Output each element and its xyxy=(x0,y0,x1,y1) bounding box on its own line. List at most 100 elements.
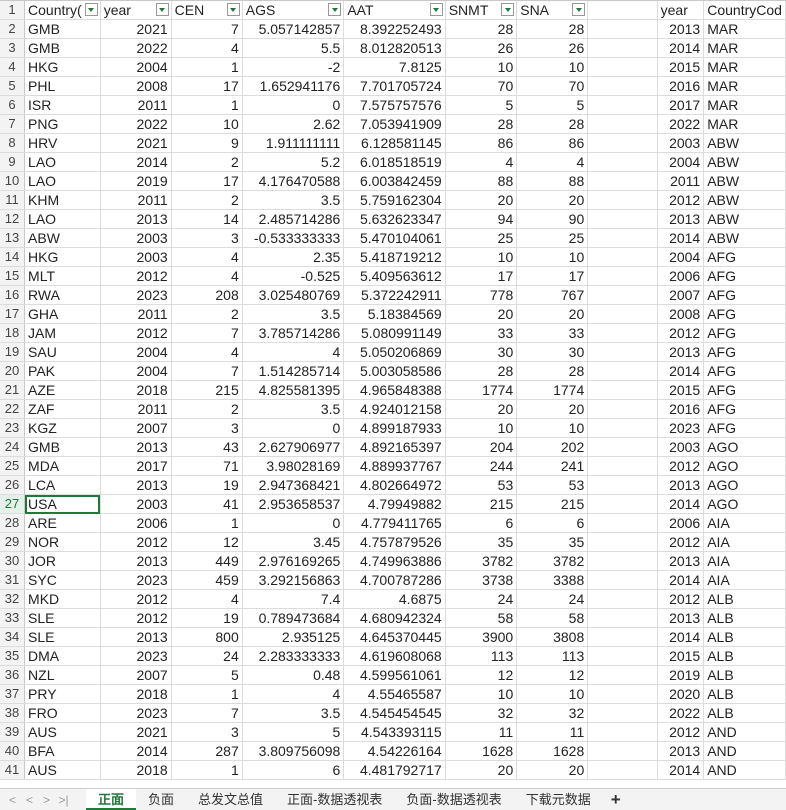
cell[interactable]: 2015 xyxy=(657,380,705,400)
row-number[interactable]: 41 xyxy=(0,760,26,780)
cell[interactable]: 10 xyxy=(516,418,589,438)
cell[interactable]: SLE xyxy=(24,627,101,647)
cell[interactable]: 20 xyxy=(516,760,589,780)
cell[interactable]: RWA xyxy=(24,285,101,305)
row-number[interactable]: 23 xyxy=(0,418,26,438)
row-number[interactable]: 10 xyxy=(0,171,26,191)
cell[interactable]: 2013 xyxy=(657,608,705,628)
cell[interactable]: 2023 xyxy=(100,570,172,590)
cell[interactable]: 4 xyxy=(242,684,345,704)
row-number[interactable]: 31 xyxy=(0,570,26,590)
cell[interactable]: 4.700787286 xyxy=(343,570,446,590)
cell[interactable]: 1 xyxy=(171,95,243,115)
cell[interactable]: 11 xyxy=(516,722,589,742)
cell[interactable]: 215 xyxy=(171,380,243,400)
cell[interactable]: 43 xyxy=(171,437,243,457)
cell[interactable]: 1.514285714 xyxy=(242,361,345,381)
cell[interactable]: 2012 xyxy=(100,532,172,552)
cell[interactable]: 71 xyxy=(171,456,243,476)
cell[interactable]: 2023 xyxy=(100,285,172,305)
row-number[interactable]: 27 xyxy=(0,494,26,514)
cell[interactable]: 2013 xyxy=(657,19,705,39)
cell[interactable]: 2011 xyxy=(657,171,705,191)
cell[interactable]: 0.789473684 xyxy=(242,608,345,628)
cell[interactable]: 26 xyxy=(516,38,589,58)
cell[interactable]: 2014 xyxy=(657,570,705,590)
cell[interactable]: 3.5 xyxy=(242,399,345,419)
cell[interactable]: 6.003842459 xyxy=(343,171,446,191)
cell[interactable]: 1 xyxy=(171,760,243,780)
cell[interactable]: 12 xyxy=(445,665,518,685)
cell[interactable] xyxy=(587,399,658,419)
cell[interactable]: 3900 xyxy=(445,627,518,647)
next-sheet-button[interactable]: > xyxy=(38,793,55,807)
cell[interactable]: AUS xyxy=(24,760,101,780)
cell[interactable]: MDA xyxy=(24,456,101,476)
cell[interactable]: 2011 xyxy=(100,304,172,324)
cell[interactable]: 4.55465587 xyxy=(343,684,446,704)
cell[interactable]: 2012 xyxy=(100,608,172,628)
cell[interactable]: 3808 xyxy=(516,627,589,647)
cell[interactable]: 7 xyxy=(171,361,243,381)
cell[interactable]: 2003 xyxy=(100,247,172,267)
cell[interactable]: AFG xyxy=(703,247,786,267)
cell[interactable]: ALB xyxy=(703,627,786,647)
spreadsheet-grid[interactable]: ABCDEFGHIJ1Country(yearCENAGSAATSNMTSNAy… xyxy=(0,0,786,788)
cell[interactable]: 2013 xyxy=(657,741,705,761)
cell[interactable]: 1.911111111 xyxy=(242,133,345,153)
cell[interactable]: JAM xyxy=(24,323,101,343)
cell[interactable]: 9 xyxy=(171,133,243,153)
cell[interactable] xyxy=(587,513,658,533)
cell[interactable]: 204 xyxy=(445,437,518,457)
cell[interactable]: 449 xyxy=(171,551,243,571)
column-title-cell[interactable]: year xyxy=(100,0,172,20)
cell[interactable] xyxy=(587,285,658,305)
cell[interactable]: 3 xyxy=(171,228,243,248)
cell[interactable]: 7.575757576 xyxy=(343,95,446,115)
cell[interactable]: 2017 xyxy=(100,456,172,476)
cell[interactable]: 58 xyxy=(516,608,589,628)
cell[interactable]: 7 xyxy=(171,323,243,343)
cell[interactable]: 2011 xyxy=(100,399,172,419)
cell[interactable] xyxy=(587,209,658,229)
cell[interactable]: 32 xyxy=(445,703,518,723)
cell[interactable]: ABW xyxy=(703,133,786,153)
cell[interactable]: 0 xyxy=(242,513,345,533)
cell[interactable]: ALB xyxy=(703,703,786,723)
cell[interactable]: 5 xyxy=(171,665,243,685)
cell[interactable] xyxy=(587,323,658,343)
sheet-tab[interactable]: 负面 xyxy=(136,789,186,810)
cell[interactable]: 28 xyxy=(516,361,589,381)
cell[interactable]: GMB xyxy=(24,437,101,457)
row-number[interactable]: 14 xyxy=(0,247,26,267)
cell[interactable]: HKG xyxy=(24,57,101,77)
cell[interactable]: SLE xyxy=(24,608,101,628)
cell[interactable] xyxy=(587,741,658,761)
cell[interactable]: 4.176470588 xyxy=(242,171,345,191)
row-number[interactable]: 25 xyxy=(0,456,26,476)
cell[interactable]: 208 xyxy=(171,285,243,305)
row-number[interactable]: 16 xyxy=(0,285,26,305)
row-number[interactable]: 32 xyxy=(0,589,26,609)
cell[interactable]: 2016 xyxy=(657,76,705,96)
cell[interactable]: 2 xyxy=(171,304,243,324)
cell[interactable]: 4.645370445 xyxy=(343,627,446,647)
cell[interactable]: MLT xyxy=(24,266,101,286)
cell[interactable]: 2018 xyxy=(100,684,172,704)
row-number[interactable]: 3 xyxy=(0,38,26,58)
cell[interactable]: -0.525 xyxy=(242,266,345,286)
cell[interactable]: NOR xyxy=(24,532,101,552)
column-title-cell[interactable]: SNA xyxy=(516,0,589,20)
cell[interactable]: AGO xyxy=(703,494,786,514)
cell[interactable]: 5 xyxy=(445,95,518,115)
cell[interactable]: 2023 xyxy=(100,646,172,666)
cell[interactable]: ABW xyxy=(703,171,786,191)
cell[interactable]: 4 xyxy=(171,247,243,267)
cell[interactable]: 2014 xyxy=(657,627,705,647)
row-number[interactable]: 21 xyxy=(0,380,26,400)
row-number[interactable]: 2 xyxy=(0,19,26,39)
cell[interactable]: 2014 xyxy=(100,741,172,761)
cell[interactable]: 33 xyxy=(516,323,589,343)
cell[interactable]: KHM xyxy=(24,190,101,210)
cell[interactable] xyxy=(587,646,658,666)
